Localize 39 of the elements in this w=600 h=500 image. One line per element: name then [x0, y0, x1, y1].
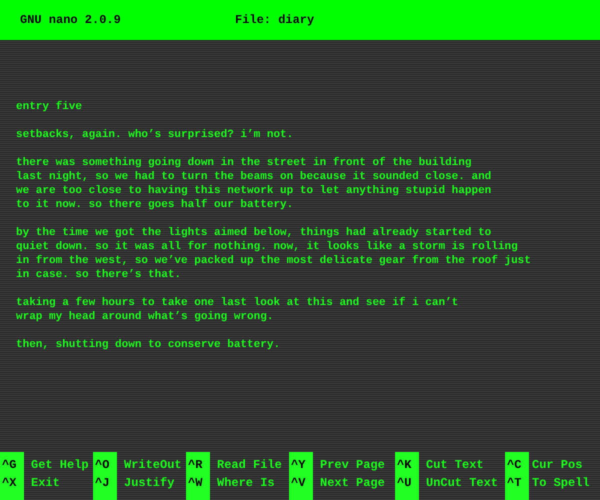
shortcut-label: Exit	[31, 475, 61, 492]
shortcut-key: ^Y	[289, 456, 313, 474]
shortcut-key: ^C	[505, 456, 529, 474]
shortcut-key: ^T	[505, 474, 529, 492]
text-line: taking a few hours to take one last look at this and see if i can’t	[16, 296, 460, 310]
shortcut-label: Cur Pos	[532, 457, 584, 474]
shortcut-label: WriteOut	[124, 457, 183, 474]
shortcut-key: ^W	[186, 474, 210, 492]
file-name: File: diary	[235, 13, 314, 27]
text-line: setbacks, again. who’s surprised? i’m not.	[16, 128, 294, 142]
shortcut-key: ^U	[395, 474, 419, 492]
shortcut-key: ^O	[93, 456, 117, 474]
app-version: GNU nano 2.0.9	[20, 13, 122, 27]
shortcut-label: Next Page	[320, 475, 386, 492]
text-line: there was something going down in the street in front of the building	[16, 156, 472, 170]
text-line: entry five	[16, 100, 84, 114]
text-line: to it now. so there goes half our battery.	[16, 198, 294, 212]
shortcut-label: UnCut Text	[426, 475, 500, 492]
shortcut-label: Prev Page	[320, 457, 386, 474]
text-line: we are too close to having this network up to let anything stupid happen	[16, 184, 492, 198]
text-line: last night, so we had to turn the beams on because it sounded close. and	[16, 170, 492, 184]
shortcut-key: ^X	[0, 474, 24, 492]
shortcut-label: Cut Text	[426, 457, 485, 474]
shortcut-key: ^G	[0, 456, 24, 474]
shortcut-label: To Spell	[532, 475, 590, 492]
text-line: then, shutting down to conserve battery.	[16, 338, 282, 352]
shortcut-key: ^V	[289, 474, 313, 492]
shortcut-label: Read File	[217, 457, 283, 474]
text-line: in from the west, so we’ve packed up the most delicate gear from the roof just	[16, 254, 532, 268]
text-line: quiet down. so it was all for nothing. now, it looks like a storm is rolling	[16, 240, 519, 254]
shortcut-key: ^K	[395, 456, 419, 474]
text-line: wrap my head around what’s going wrong.	[16, 310, 274, 324]
shortcut-label: Get Help	[31, 457, 90, 474]
text-line: by the time we got the lights aimed below, things had already started to	[16, 226, 492, 240]
shortcut-label: Justify	[124, 475, 176, 492]
text-line: in case. so there’s that.	[16, 268, 182, 282]
shortcut-key: ^J	[93, 474, 117, 492]
shortcut-key: ^R	[186, 456, 210, 474]
shortcut-label: Where Is	[217, 475, 276, 492]
